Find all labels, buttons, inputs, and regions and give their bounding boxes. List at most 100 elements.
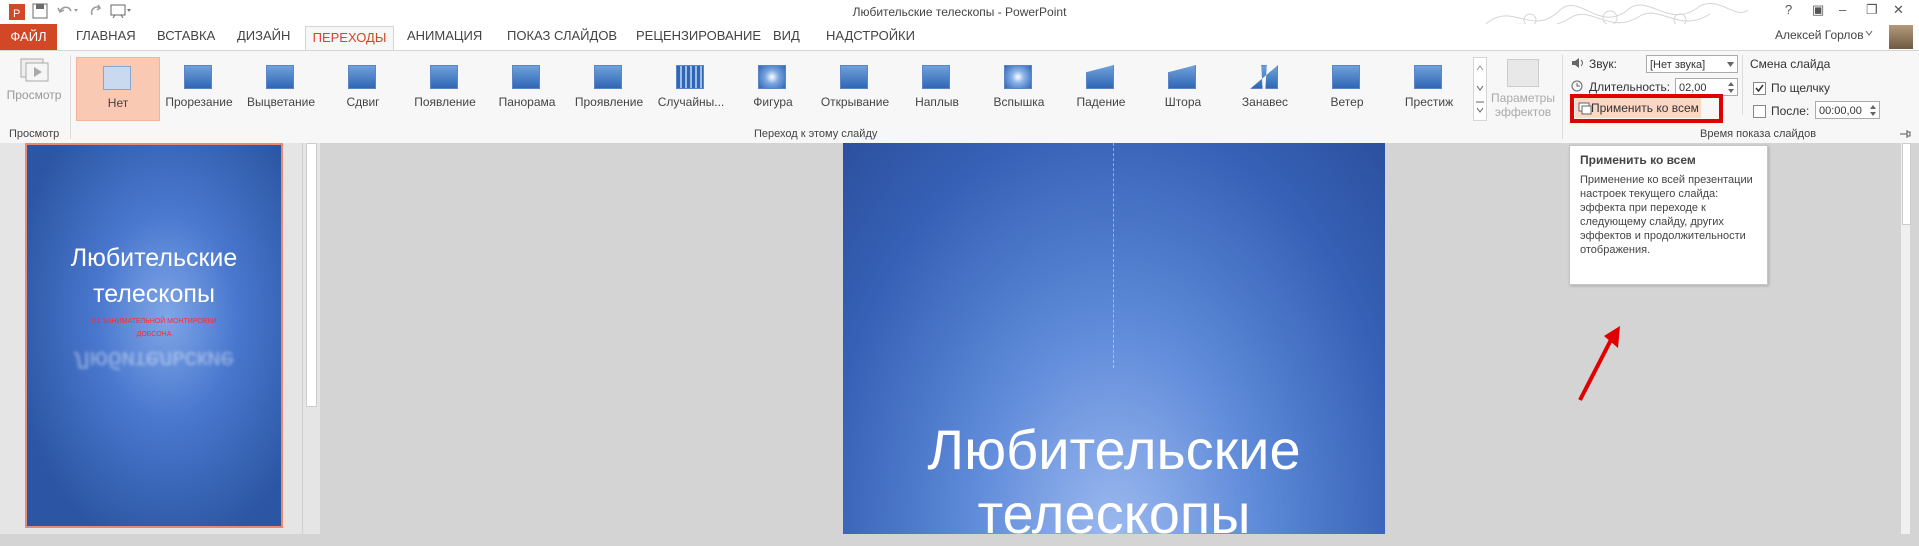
transition-reveal[interactable]: Проявление: [568, 57, 650, 119]
thumbnail-subtitle-line1: ИЗ ЗАНИМАТЕЛЬНОЙ МОНТИРОВКИ: [91, 318, 217, 325]
transition-label: Сдвиг: [346, 95, 380, 109]
scrollbar-thumb[interactable]: [1902, 143, 1911, 225]
preview-label: Просмотр: [6, 88, 62, 102]
sound-icon: [1572, 58, 1583, 68]
transition-fade[interactable]: Выцветание: [240, 57, 322, 119]
red-arrow-annotation: [1578, 326, 1620, 401]
spinner-icon[interactable]: [1869, 104, 1877, 117]
transition-cut[interactable]: Прорезание: [158, 57, 240, 119]
tab-animation[interactable]: АНИМАЦИЯ: [407, 28, 482, 43]
none-transition-icon: [103, 66, 133, 92]
user-name[interactable]: Алексей Горлов: [1775, 28, 1864, 42]
guide-line: [1113, 143, 1114, 368]
thumbnail-subtitle: ИЗ ЗАНИМАТЕЛЬНОЙ МОНТИРОВКИ ДОБСОНА: [27, 315, 281, 341]
transition-wind[interactable]: Ветер: [1306, 57, 1388, 119]
transition-label: Наплыв: [915, 95, 959, 109]
effect-options-label-2: эффектов: [1494, 105, 1552, 119]
tab-view[interactable]: ВИД: [773, 28, 800, 43]
close-button[interactable]: ✕: [1893, 2, 1904, 18]
transition-label: Проявление: [574, 95, 644, 109]
chevron-down-icon[interactable]: [1865, 29, 1873, 37]
restore-button[interactable]: ❐: [1866, 2, 1878, 18]
slide-title: Любительские телескопы: [843, 418, 1385, 546]
thumbnail-subtitle-line2: ДОБСОНА: [136, 331, 172, 338]
tab-slideshow[interactable]: ПОКАЗ СЛАЙДОВ: [507, 28, 617, 43]
help-button[interactable]: ?: [1785, 2, 1792, 17]
after-input[interactable]: 00:00,00: [1815, 101, 1880, 119]
transition-fall[interactable]: Падение: [1060, 57, 1142, 119]
transition-curtain[interactable]: Занавес: [1224, 57, 1306, 119]
transition-flash[interactable]: Вспышка: [978, 57, 1060, 119]
transition-cover[interactable]: Наплыв: [896, 57, 978, 119]
title-bar: P Любительские телескопы - PowerPoint ? …: [0, 0, 1919, 37]
tab-transitions[interactable]: ПЕРЕХОДЫ: [305, 26, 394, 52]
clock-icon: [1571, 80, 1583, 92]
checkmark-icon: [1755, 84, 1764, 93]
transition-none[interactable]: Нет: [76, 57, 160, 121]
transition-label: Фигура: [753, 95, 793, 109]
fade-transition-icon: [266, 65, 296, 91]
transition-label: Выцветание: [246, 95, 316, 109]
transition-label: Вспышка: [993, 95, 1045, 109]
transition-label: Нет: [107, 96, 129, 110]
slide-title-line2: телескопы: [977, 482, 1251, 545]
thumbnail-title: Любительские телескопы: [70, 244, 238, 308]
pin-ribbon-icon[interactable]: [1899, 129, 1911, 139]
reveal-transition-icon: [594, 65, 624, 91]
ribbon-options-icon[interactable]: ▣: [1812, 2, 1824, 18]
transition-wipe[interactable]: Появление: [404, 57, 486, 119]
shape-transition-icon: [758, 65, 788, 91]
transition-gallery: Нет Прорезание Выцветание Сдвиг Появление Пан…: [76, 57, 1476, 121]
transition-prestige[interactable]: Престиж: [1388, 57, 1470, 119]
transition-uncover[interactable]: Открывание: [814, 57, 896, 119]
sound-dropdown[interactable]: [Нет звука]: [1646, 55, 1738, 73]
advance-label: Смена слайда: [1750, 57, 1831, 71]
avatar[interactable]: [1889, 25, 1913, 49]
current-slide[interactable]: Любительские телескопы: [843, 143, 1385, 545]
effect-options-label-1: Параметры: [1491, 91, 1555, 105]
apply-all-button[interactable]: Применить ко всем: [1575, 98, 1701, 118]
cover-transition-icon: [922, 65, 952, 91]
tab-review[interactable]: РЕЦЕНЗИРОВАНИЕ: [636, 28, 761, 43]
scrollbar-thumb[interactable]: [306, 143, 317, 407]
effect-options-button[interactable]: Параметры эффектов: [1487, 55, 1559, 125]
wipe-transition-icon: [430, 65, 460, 91]
gallery-scroll[interactable]: [1473, 57, 1487, 121]
after-label: После:: [1771, 104, 1810, 118]
transition-pan[interactable]: Панорама: [486, 57, 568, 119]
drape-transition-icon: [1168, 65, 1198, 91]
group-label-preview: Просмотр: [9, 128, 60, 140]
wind-transition-icon: [1332, 65, 1362, 91]
tooltip-body: Применение ко всей презентации настроек …: [1580, 174, 1753, 256]
transition-label: Открывание: [820, 95, 890, 109]
divider: [1742, 55, 1743, 115]
transition-label: Престиж: [1404, 95, 1454, 109]
after-checkbox[interactable]: [1753, 105, 1766, 118]
minimize-button[interactable]: –: [1839, 2, 1846, 17]
main-scrollbar[interactable]: [1901, 143, 1911, 534]
tab-insert[interactable]: ВСТАВКА: [157, 28, 215, 43]
preview-button[interactable]: Просмотр: [4, 55, 64, 115]
divider: [1562, 55, 1563, 139]
thumbnail-scrollbar[interactable]: [302, 143, 319, 534]
on-click-checkbox[interactable]: [1753, 82, 1766, 95]
duration-value: 02,00: [1679, 82, 1707, 94]
transition-label: Занавес: [1241, 95, 1289, 109]
transition-random[interactable]: Случайны...: [650, 57, 732, 119]
prestige-transition-icon: [1414, 65, 1444, 91]
transition-push[interactable]: Сдвиг: [322, 57, 404, 119]
transition-label: Панорама: [498, 95, 556, 109]
tab-home[interactable]: ГЛАВНАЯ: [76, 28, 136, 43]
tab-file[interactable]: ФАЙЛ: [0, 24, 57, 50]
transition-drape[interactable]: Штора: [1142, 57, 1224, 119]
ribbon-tabs: ГЛАВНАЯ ВСТАВКА ДИЗАЙН АНИМАЦИЯ ПОКАЗ СЛ…: [0, 24, 1919, 50]
tab-addins[interactable]: НАДСТРОЙКИ: [826, 28, 915, 43]
slide-title-line1: Любительские: [927, 418, 1301, 481]
on-click-label: По щелчку: [1771, 81, 1831, 95]
tab-design[interactable]: ДИЗАЙН: [237, 28, 290, 43]
apply-all-icon: [1578, 102, 1592, 115]
slide-thumbnail[interactable]: Любительские телескопы ИЗ ЗАНИМАТЕЛЬНОЙ …: [25, 143, 283, 528]
random-transition-icon: [676, 65, 706, 91]
spinner-icon[interactable]: [1727, 81, 1735, 94]
transition-shape[interactable]: Фигура: [732, 57, 814, 119]
